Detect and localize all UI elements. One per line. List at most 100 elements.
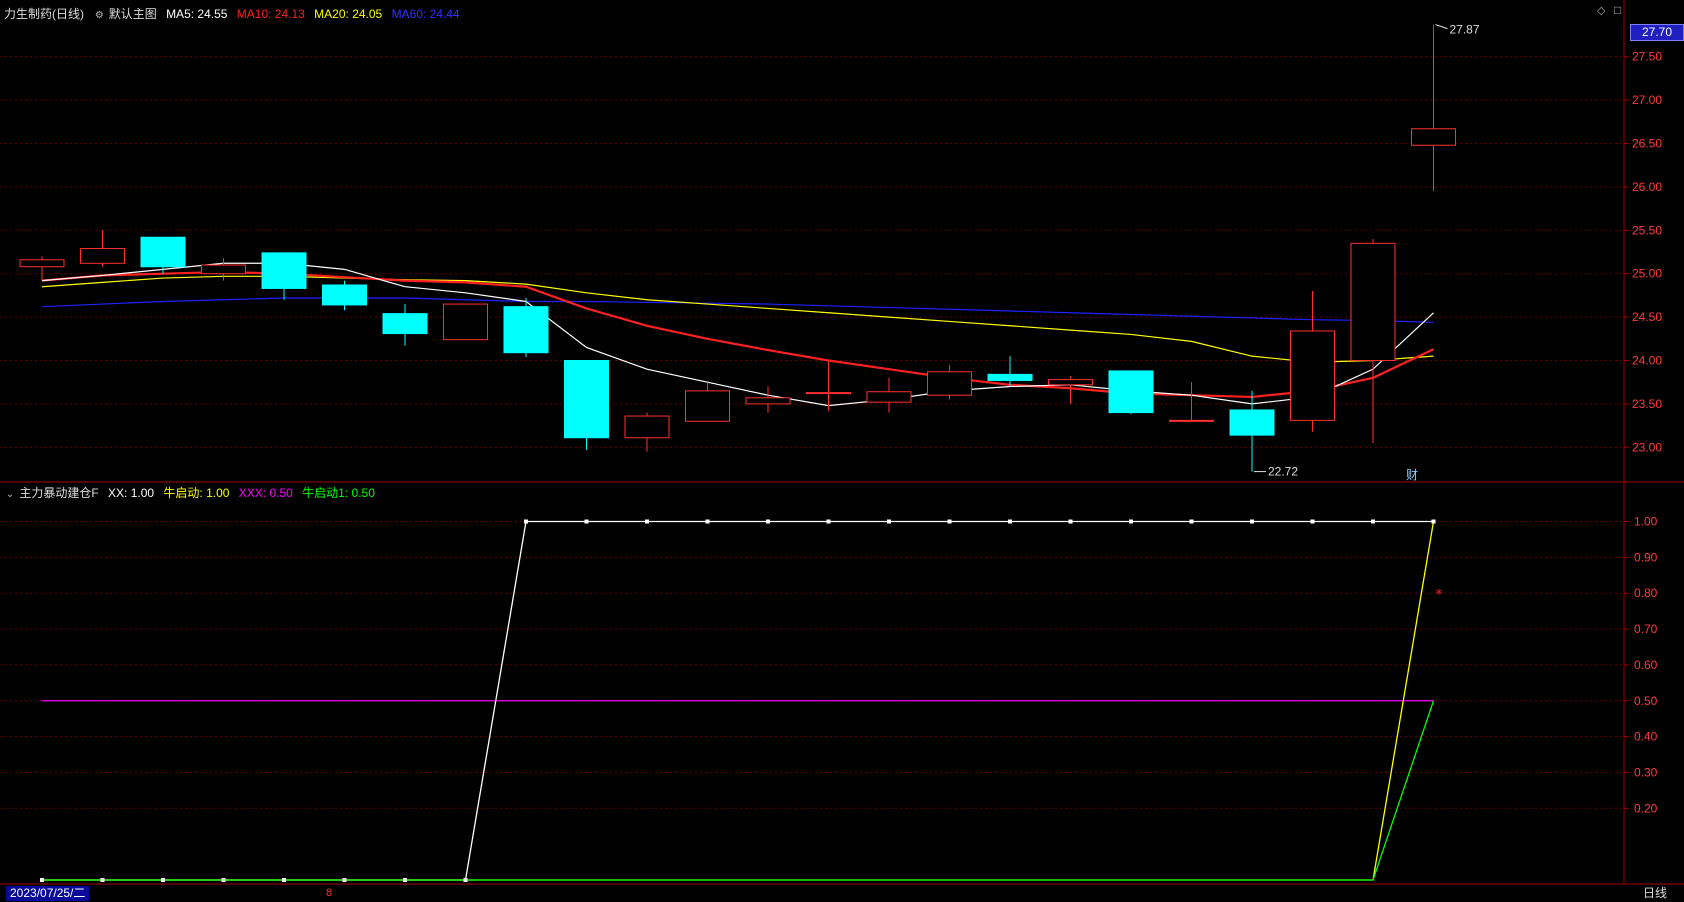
xx-point (463, 878, 468, 882)
candle-body (1229, 409, 1275, 436)
high-pointer (1435, 24, 1448, 30)
footer-period[interactable]: 日线 (1643, 886, 1667, 901)
candle-body (443, 303, 488, 341)
indicator-tick-label: 0.40 (1634, 730, 1658, 744)
signal-star-icon: * (1436, 587, 1443, 603)
indicator-tick-label: 1.00 (1634, 515, 1658, 529)
price-tick-label: 26.00 (1632, 180, 1662, 194)
candle-body (564, 359, 609, 439)
xx-point (100, 878, 105, 882)
xx-point (40, 878, 44, 882)
indicator-tick-label: 0.60 (1634, 658, 1658, 672)
xx-point (161, 878, 165, 882)
ma10-legend: MA10: 24.13 (236, 7, 305, 21)
stock-name: 力生制药 (4, 7, 53, 21)
current-price-tag: 27.70 (1630, 24, 1684, 41)
price-tick-label: 23.00 (1632, 440, 1662, 454)
price-tick-label: 27.50 (1632, 50, 1662, 64)
xx-point (1189, 519, 1194, 524)
xx-point (403, 878, 407, 882)
ma20-legend: MA20: 24.05 (314, 7, 383, 21)
indicator-tick-label: 0.50 (1634, 694, 1658, 708)
price-tick-label: 23.50 (1632, 397, 1662, 411)
xx-point (1250, 519, 1254, 524)
indicator-tick-label: 0.90 (1634, 550, 1658, 564)
price-tick-label: 25.50 (1632, 223, 1662, 237)
xxx-legend: XXX: 0.50 (238, 486, 293, 500)
ma5-legend: MA5: 24.55 (166, 7, 228, 21)
xx-point (1008, 519, 1012, 524)
candle-body (140, 236, 186, 268)
cai-marker[interactable]: 财 (1406, 466, 1418, 483)
indicator-tick-label: 0.20 (1634, 801, 1658, 815)
high-label: 27.87 (1450, 23, 1480, 37)
xx-point (887, 519, 891, 524)
candle-body (19, 259, 65, 268)
candle-body (1169, 419, 1214, 422)
candle-body (1290, 330, 1335, 421)
candle-body (1411, 128, 1456, 146)
xx-point (342, 878, 347, 882)
indicator-header: ⌄ 主力暴动建仓F XX: 1.00 牛启动: 1.00 XXX: 0.50 牛… (4, 484, 381, 501)
niu1-legend: 牛启动1: 0.50 (302, 486, 375, 500)
xx-point (705, 519, 710, 524)
main-chart-header: 力生制药(日线) ⚙ 默认主图 MA5: 24.55 MA10: 24.13 M… (4, 5, 466, 22)
xx-point (766, 519, 770, 524)
candle-body (1048, 379, 1093, 386)
price-tick-label: 26.50 (1632, 137, 1662, 151)
ma60-line (41, 297, 1434, 323)
ma20-line (41, 275, 1434, 363)
template-label[interactable]: 默认主图 (109, 7, 157, 21)
settings-gear-icon[interactable]: ⚙ (93, 10, 105, 21)
candle-body (261, 252, 307, 289)
candle-body (745, 397, 791, 405)
indicator-tick-label: 0.80 (1634, 586, 1658, 600)
candle-body (1108, 370, 1154, 414)
ma60-legend: MA60: 24.44 (391, 7, 460, 21)
xx-point (826, 519, 831, 524)
niu-legend: 牛启动: 1.00 (163, 486, 230, 500)
price-tick-label: 27.00 (1632, 93, 1662, 107)
xx-point (1431, 519, 1436, 524)
price-tick-label: 24.00 (1632, 353, 1662, 367)
ma10-line (41, 270, 1434, 399)
ma5-line (41, 262, 1434, 407)
xx-legend: XX: 1.00 (108, 486, 155, 500)
xx-point (282, 878, 286, 882)
candle-body (1350, 242, 1396, 361)
candle-body (201, 264, 246, 275)
candle-body (382, 313, 428, 335)
indicator-name[interactable]: 主力暴动建仓F (19, 486, 98, 500)
candle-body (503, 306, 549, 354)
footer-date: 2023/07/25/二 (6, 886, 90, 901)
candle-body (927, 371, 972, 396)
xx-point (1371, 519, 1375, 524)
restore-icon[interactable]: □ (1614, 3, 1621, 17)
candle-body (987, 373, 1033, 381)
xx-point (221, 878, 226, 882)
candle-body (624, 415, 670, 439)
xx-point (584, 519, 589, 524)
candle-body (806, 392, 851, 395)
xx-point (645, 519, 649, 524)
stock-chart[interactable]: 23.00 23.50 24.00 24.50 25.00 25.50 26.00 26.50… (0, 0, 1684, 902)
indicator-tick-label: 0.30 (1634, 765, 1658, 779)
indicator-tick-label: 0.70 (1634, 622, 1658, 636)
xx-point (1068, 519, 1073, 524)
diamond-icon[interactable]: ◇ (1597, 4, 1605, 17)
xx-point (1310, 519, 1315, 524)
period-tag: (日线) (52, 7, 85, 21)
low-label: 22.72 (1268, 465, 1298, 479)
candle-body (80, 248, 125, 264)
price-tick-label: 24.50 (1632, 310, 1662, 324)
xx-point (1129, 519, 1133, 524)
price-tick-label: 25.00 (1632, 267, 1662, 281)
candle-body (685, 390, 730, 422)
candle-body (866, 391, 912, 403)
niu1-line (42, 700, 1435, 881)
xx-point (524, 519, 528, 524)
candle-body (322, 284, 367, 306)
xx-point (947, 519, 952, 524)
footer-marker: 8 (326, 887, 333, 899)
collapse-chevron-icon[interactable]: ⌄ (4, 489, 16, 500)
